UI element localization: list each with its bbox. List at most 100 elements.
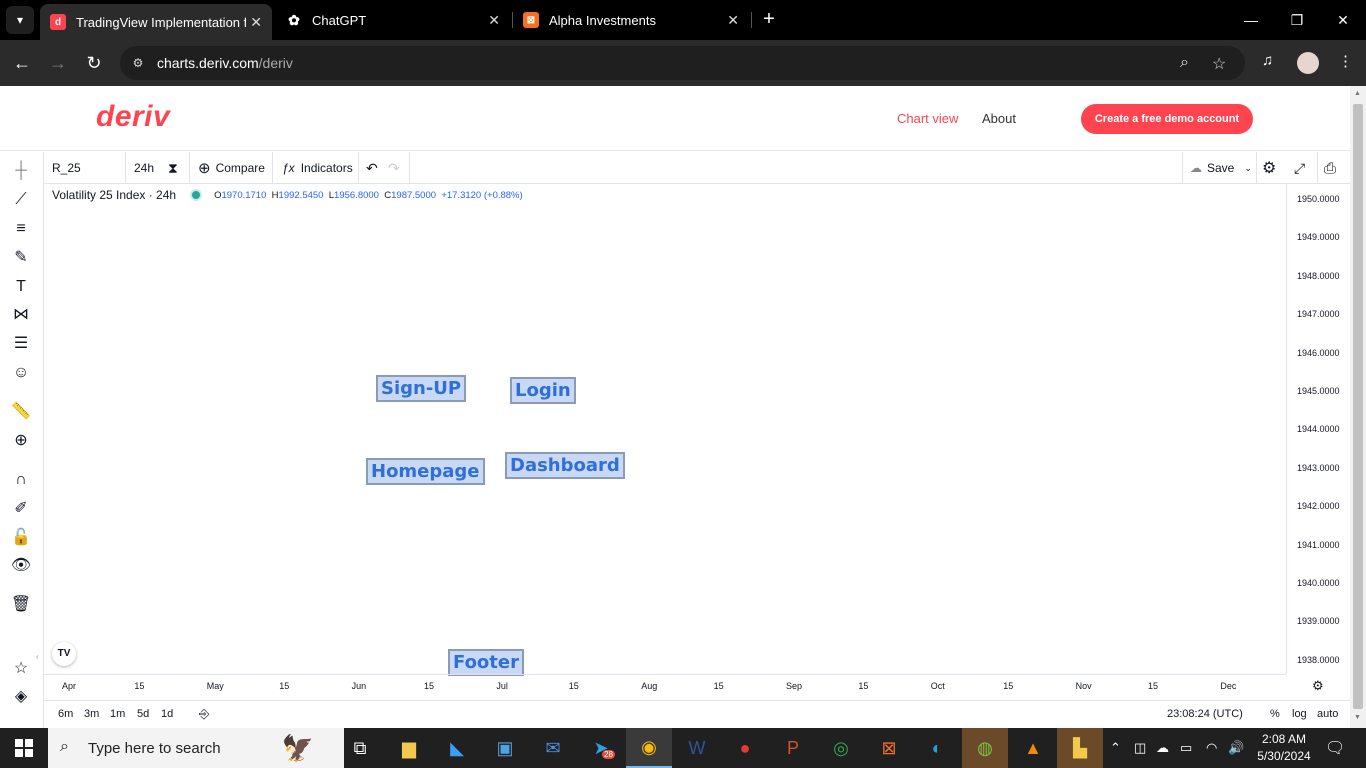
magnet-icon[interactable]: ∩ <box>10 469 32 491</box>
emoji-icon[interactable]: ☺ <box>10 362 32 384</box>
redo-icon[interactable]: ↷ <box>388 152 400 184</box>
tradingview-logo[interactable]: TV <box>52 642 76 666</box>
reload-icon[interactable]: ↻ <box>82 51 106 75</box>
scrollbar-thumb[interactable] <box>1353 104 1363 709</box>
brush-icon[interactable]: ✎ <box>10 247 32 269</box>
go-to-date-icon[interactable]: ⎆ <box>199 706 209 722</box>
symbol-search[interactable]: R_25 <box>44 152 126 184</box>
ruler-icon[interactable]: 📏 <box>10 401 32 423</box>
folder-app-icon[interactable]: ▙ <box>1057 728 1103 768</box>
close-tab-icon[interactable]: ✕ <box>727 12 739 29</box>
task-view-icon[interactable]: ⧉ <box>337 728 383 768</box>
url-text[interactable]: charts.deriv.com/deriv <box>157 55 293 71</box>
time-axis[interactable]: Apr 15 May 15 Jun 15 Jul 15 Aug 15 Sep 15 Oct 15 Nov 15… <box>44 674 1286 691</box>
new-tab-button[interactable]: + <box>758 8 780 30</box>
object-tree-icon[interactable]: ◈ <box>10 686 32 708</box>
chrome-alt-icon[interactable]: ◎ <box>818 728 864 768</box>
trend-line-icon[interactable]: ⟋ <box>10 189 32 211</box>
profile-avatar[interactable] <box>1297 52 1319 74</box>
menu-kebab-icon[interactable]: ⋮ <box>1338 52 1353 70</box>
tab-chatgpt[interactable]: ✿ ChatGPT ✕ <box>276 0 510 40</box>
range-1d[interactable]: 1d <box>161 708 173 720</box>
log-toggle[interactable]: log <box>1292 708 1307 720</box>
signup-overlay-label[interactable]: Sign-UP <box>376 375 467 402</box>
windows-start-button[interactable] <box>0 728 48 768</box>
settings-gear-icon[interactable]: ⚙ <box>1262 152 1276 184</box>
series-title[interactable]: Volatility 25 Index · 24h <box>52 188 176 202</box>
word-icon[interactable]: W <box>674 728 720 768</box>
axis-settings-icon[interactable]: ⚙ <box>1312 678 1324 694</box>
vscode-icon[interactable]: ◣ <box>434 728 480 768</box>
zoom-icon[interactable]: ⌕ <box>1180 54 1189 72</box>
dashboard-overlay-label[interactable]: Dashboard <box>505 452 625 479</box>
page-scrollbar[interactable]: ▲ ▼ <box>1350 86 1366 728</box>
snapshot-camera-icon[interactable]: ⎙ <box>1324 152 1336 184</box>
close-tab-icon[interactable]: ✕ <box>250 14 262 31</box>
save-button[interactable]: ☁ Save ⌄ <box>1190 152 1252 184</box>
range-6m[interactable]: 6m <box>58 708 73 720</box>
compare-button[interactable]: ⊕ Compare <box>198 152 265 184</box>
tab-tradingview[interactable]: d TradingView Implementation fo ✕ <box>40 4 272 40</box>
collapse-toolbar-icon[interactable]: ‹ <box>36 652 44 670</box>
wifi-icon[interactable]: ◠ <box>1206 740 1217 756</box>
indicators-button[interactable]: ƒx Indicators <box>282 152 353 184</box>
candle-style-icon[interactable]: ⧗ <box>168 152 178 184</box>
vlc-icon[interactable]: ▲ <box>1010 728 1056 768</box>
fib-retracement-icon[interactable]: ≡ <box>10 218 32 240</box>
interval-button[interactable]: 24h <box>134 152 154 184</box>
range-5d[interactable]: 5d <box>137 708 149 720</box>
stay-drawing-icon[interactable]: ✐ <box>10 498 32 520</box>
file-explorer-icon[interactable]: ▆ <box>386 728 432 768</box>
fullscreen-icon[interactable]: ⤢ <box>1294 152 1305 184</box>
edge-icon[interactable]: ◐ <box>914 728 960 768</box>
zoom-in-icon[interactable]: ⊕ <box>10 430 32 452</box>
meet-now-icon[interactable]: ◫ <box>1134 740 1146 756</box>
auto-toggle[interactable]: auto <box>1317 708 1338 720</box>
restore-button[interactable]: ❐ <box>1274 0 1320 40</box>
close-window-button[interactable]: ✕ <box>1320 0 1366 40</box>
favorites-star-icon[interactable]: ☆ <box>10 658 32 680</box>
text-tool-icon[interactable]: T <box>10 276 32 298</box>
range-1m[interactable]: 1m <box>110 708 125 720</box>
notifications-icon[interactable]: 🗨 <box>1325 738 1345 758</box>
mail-icon[interactable]: ✉ <box>530 728 576 768</box>
store-icon[interactable]: ▣ <box>482 728 528 768</box>
tab-alpha-investments[interactable]: ⊠ Alpha Investments ✕ <box>513 0 749 40</box>
price-axis[interactable]: 1950.0000 1949.0000 1948.0000 1947.0000 1946… <box>1286 184 1350 674</box>
tab-search-button[interactable]: ▾ <box>6 6 34 34</box>
forward-icon[interactable]: → <box>46 51 70 75</box>
telegram-icon[interactable]: ➤ 28 <box>578 728 624 768</box>
trash-icon[interactable]: 🗑 <box>10 594 32 616</box>
powerpoint-icon[interactable]: P <box>770 728 816 768</box>
scroll-down-icon[interactable]: ▼ <box>1354 714 1361 721</box>
battery-icon[interactable]: ▭ <box>1180 740 1192 756</box>
nav-about[interactable]: About <box>982 111 1016 126</box>
homepage-overlay-label[interactable]: Homepage <box>366 458 485 485</box>
back-icon[interactable]: ← <box>10 51 34 75</box>
deriv-logo[interactable]: deriv <box>96 100 170 134</box>
download-manager-icon[interactable]: ◍ <box>962 728 1008 768</box>
percent-toggle[interactable]: % <box>1270 708 1280 720</box>
undo-icon[interactable]: ↶ <box>366 152 378 184</box>
scroll-up-icon[interactable]: ▲ <box>1354 90 1361 97</box>
lock-icon[interactable]: 🔓 <box>10 527 32 549</box>
xampp-icon[interactable]: ⊠ <box>866 728 912 768</box>
footer-overlay-label[interactable]: Footer <box>448 649 524 676</box>
range-3m[interactable]: 3m <box>84 708 99 720</box>
address-bar[interactable]: ⚙ charts.deriv.com/deriv ⌕ ☆ <box>120 46 1245 80</box>
bookmark-star-icon[interactable]: ☆ <box>1212 54 1226 74</box>
media-control-icon[interactable]: ♫ <box>1262 52 1273 69</box>
close-tab-icon[interactable]: ✕ <box>488 12 500 29</box>
system-clock[interactable]: 2:08 AM 5/30/2024 <box>1253 731 1315 765</box>
chrome-icon[interactable]: ◉ <box>626 728 672 768</box>
utc-clock[interactable]: 23:08:24 (UTC) <box>1167 708 1243 720</box>
screen-recorder-icon[interactable]: ● <box>722 728 768 768</box>
minimize-button[interactable]: — <box>1228 0 1274 40</box>
volume-icon[interactable]: 🔊 <box>1228 740 1244 756</box>
prediction-icon[interactable]: ☰ <box>10 333 32 355</box>
eye-icon[interactable]: 👁 <box>10 555 32 577</box>
crosshair-icon[interactable]: ┼ <box>10 160 32 182</box>
create-demo-account-button[interactable]: Create a free demo account <box>1081 104 1253 134</box>
site-info-icon[interactable]: ⚙ <box>130 55 146 71</box>
nav-chart-view[interactable]: Chart view <box>897 111 958 126</box>
